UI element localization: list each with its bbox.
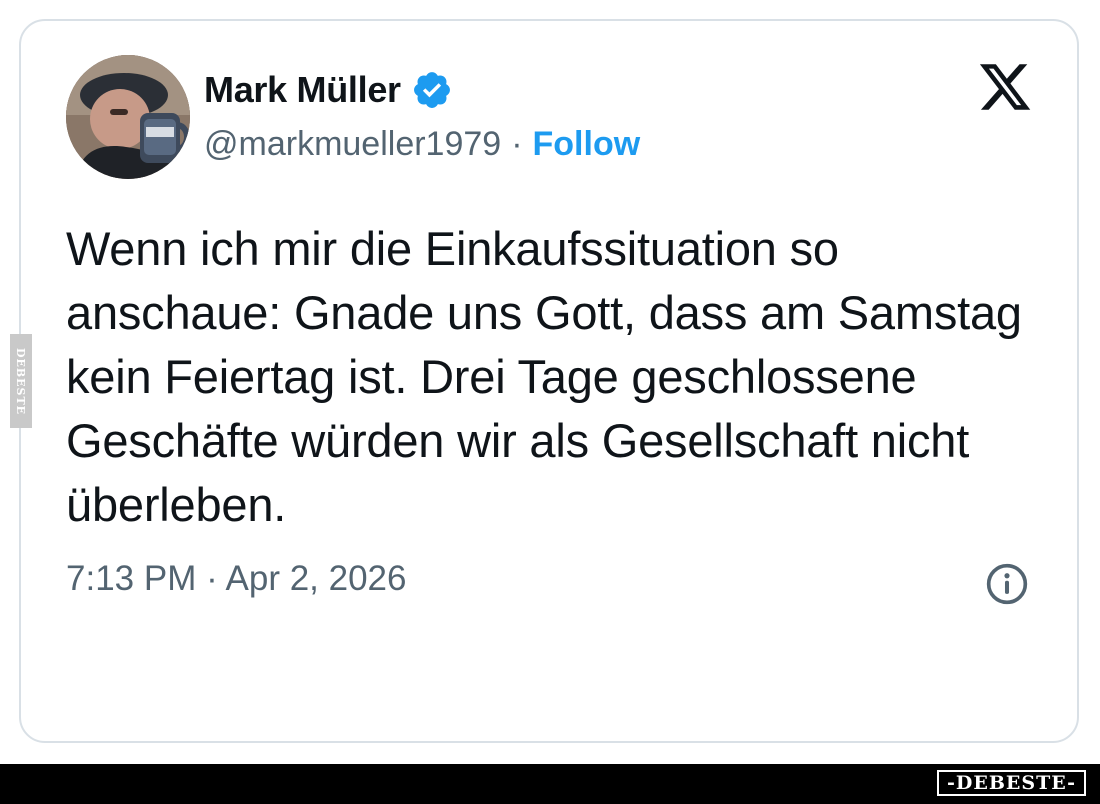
x-logo-icon[interactable] <box>976 59 1034 115</box>
follow-button[interactable]: Follow <box>533 125 641 164</box>
debeste-logo: -DEBESTE- <box>937 770 1086 796</box>
author-display-name[interactable]: Mark Müller <box>204 69 401 111</box>
info-icon[interactable] <box>985 562 1029 606</box>
bottom-watermark-bar: -DEBESTE- <box>0 764 1100 804</box>
avatar[interactable] <box>66 55 190 179</box>
tweet-card: Mark Müller @markmueller1979 · Follow We… <box>19 19 1079 743</box>
author-handle[interactable]: @markmueller1979 <box>204 125 501 164</box>
avatar-photo-icon <box>66 55 190 179</box>
side-watermark-text: DEBESTE <box>14 347 28 415</box>
side-watermark: DEBESTE <box>10 334 32 428</box>
handle-separator: · <box>511 125 523 163</box>
tweet-text: Wenn ich mir die Einkaufssituation so an… <box>66 222 1022 531</box>
tweet-timestamp[interactable]: 7:13 PM · Apr 2, 2026 <box>66 559 406 599</box>
verified-badge-icon <box>413 72 450 108</box>
